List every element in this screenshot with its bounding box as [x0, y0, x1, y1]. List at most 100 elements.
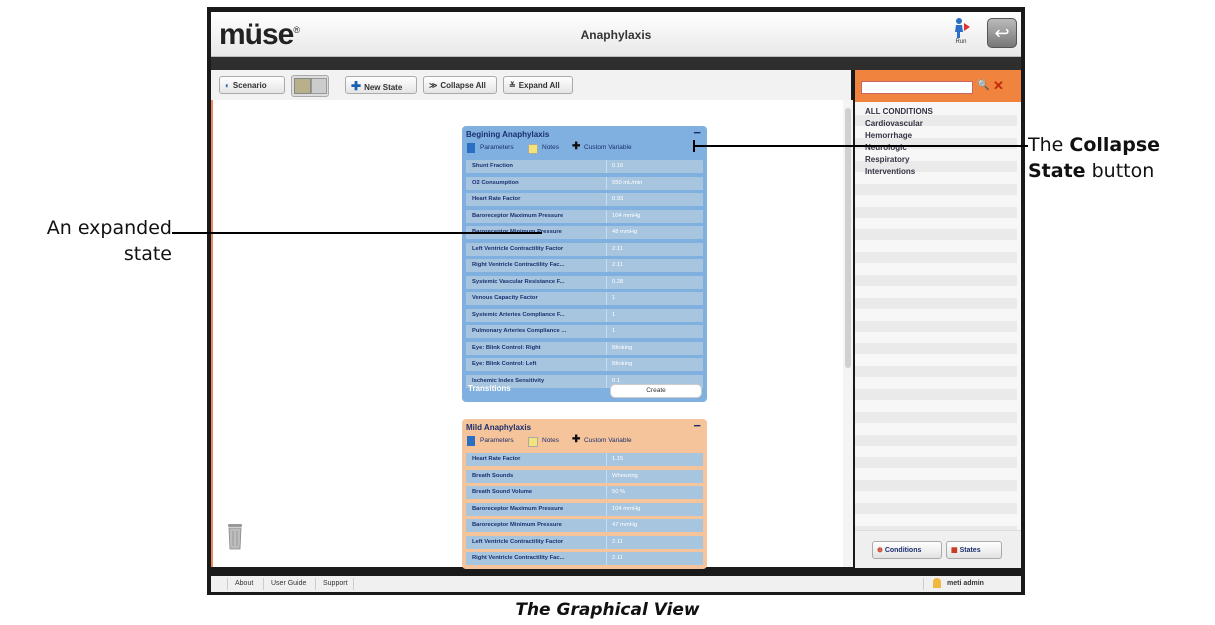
condition-item-all[interactable]: ALL CONDITIONS: [865, 107, 933, 116]
support-link[interactable]: Support: [323, 580, 348, 587]
state-tabs: Parameters Notes ✚ Custom Variable: [464, 141, 705, 155]
parameter-value: Blinking: [612, 361, 633, 367]
view-toggle: [291, 75, 329, 97]
canvas-scrollbar[interactable]: [843, 100, 853, 567]
new-state-button[interactable]: ✚ New State: [345, 76, 417, 94]
condition-item-cardiovascular[interactable]: Cardiovascular: [865, 119, 923, 128]
notes-tab[interactable]: Notes: [542, 144, 559, 151]
list-stripe: [855, 320, 1017, 332]
state-card-mild-anaphylaxis[interactable]: Mild Anaphylaxis − Parameters Notes ✚ Cu…: [462, 418, 707, 569]
parameter-name: Eye: Blink Control: Right: [472, 344, 541, 351]
back-button[interactable]: ↩: [987, 18, 1017, 48]
list-stripe: [855, 252, 1017, 264]
footer-separator: [227, 578, 228, 590]
parameter-row[interactable]: Eye: Blink Control: Right Blinking: [466, 341, 703, 355]
custom-variable-tab[interactable]: Custom Variable: [584, 144, 632, 151]
parameter-value: 1.15: [612, 456, 624, 462]
parameter-row[interactable]: Eye: Blink Control: Left Blinking: [466, 358, 703, 371]
parameter-row[interactable]: Baroreceptor Maximum Pressure 104 mmHg: [466, 209, 703, 223]
list-stripe: [855, 434, 1017, 446]
scenario-icon: ◐: [225, 81, 230, 90]
parameter-row[interactable]: Systemic Vascular Resistance F... 0.28: [466, 275, 703, 289]
user-icon: [933, 578, 941, 588]
parameter-row[interactable]: Right Ventricle Contractility Fac... 2.11: [466, 552, 703, 565]
notes-icon: [528, 437, 538, 447]
list-stripe: [855, 411, 1017, 423]
conditions-tab[interactable]: ⊕ Conditions: [872, 541, 942, 559]
condition-item-hemorrhage[interactable]: Hemorrhage: [865, 131, 912, 140]
parameter-divider: [606, 242, 607, 256]
parameter-value: Blinking: [612, 344, 633, 351]
parameter-row[interactable]: Venous Capacity Factor 1: [466, 292, 703, 305]
list-stripe: [855, 503, 1017, 514]
parameter-row[interactable]: Heart Rate Factor 0.93: [466, 193, 703, 206]
parameter-value: 2.11: [612, 538, 623, 545]
parameter-row[interactable]: Heart Rate Factor 1.15: [466, 453, 703, 466]
parameters-icon: [467, 143, 475, 153]
condition-item-interventions[interactable]: Interventions: [865, 167, 915, 176]
parameter-divider: [606, 358, 607, 371]
notes-tab[interactable]: Notes: [542, 437, 559, 444]
parameter-row[interactable]: O2 Consumption 550 mL/min: [466, 176, 703, 190]
graphical-view-icon[interactable]: [294, 78, 311, 94]
states-tab[interactable]: ▦ States: [946, 541, 1002, 559]
parameter-value: 1: [612, 295, 616, 301]
parameter-row[interactable]: Right Ventricle Contractility Fac... 2.11: [466, 259, 703, 272]
conditions-search-input[interactable]: [861, 81, 973, 94]
expand-icon: ≚: [509, 81, 516, 90]
create-transition-button[interactable]: Create: [610, 384, 702, 398]
custom-variable-tab[interactable]: Custom Variable: [584, 437, 632, 444]
collapse-state-button[interactable]: −: [693, 125, 701, 140]
list-stripe: [855, 480, 1017, 492]
states-icon: ▦: [951, 547, 958, 554]
parameter-row[interactable]: Systemic Arteries Compliance F... 1: [466, 308, 703, 322]
collapse-all-button[interactable]: ≫ Collapse All: [423, 76, 497, 94]
user-name[interactable]: meti admin: [947, 580, 984, 587]
parameter-divider: [606, 453, 607, 466]
state-tabs: Parameters Notes ✚ Custom Variable: [464, 434, 705, 448]
footer-separator: [923, 578, 924, 590]
toolbar: ◐ Scenario ✚ New State ≫ Collapse All ≚ Expa…: [211, 70, 851, 101]
parameter-row[interactable]: Shunt Fraction 0.15: [466, 160, 703, 173]
annotation-collapse-state: The Collapse State button: [1028, 134, 1161, 182]
scenario-button[interactable]: ◐ Scenario: [219, 76, 285, 94]
parameter-value: 50 %: [612, 489, 626, 495]
annotation-tick-collapse: [693, 140, 695, 152]
parameter-divider: [606, 502, 607, 516]
parameter-row[interactable]: Baroreceptor Maximum Pressure 104 mmHg: [466, 502, 703, 516]
search-icon[interactable]: 🔍: [977, 80, 989, 91]
conditions-search-bar: 🔍 ✕: [855, 70, 1021, 102]
state-card-begining-anaphylaxis[interactable]: Begining Anaphylaxis − Parameters Notes …: [462, 125, 707, 402]
state-title: Begining Anaphylaxis: [466, 130, 550, 139]
parameter-row[interactable]: Baroreceptor Minimum Pressure 47 mmHg: [466, 519, 703, 532]
collapse-state-button[interactable]: −: [693, 418, 701, 433]
parameter-value: 47 mmHg: [612, 522, 638, 528]
expand-all-button[interactable]: ≚ Expand All: [503, 76, 573, 94]
clear-icon[interactable]: ✕: [993, 78, 1004, 94]
trash-icon[interactable]: [227, 522, 243, 550]
parameter-row[interactable]: Breath Sounds Wheezing: [466, 469, 703, 483]
parameter-divider: [606, 193, 607, 206]
parameter-row[interactable]: Breath Sound Volume 50 %: [466, 486, 703, 499]
parameter-row[interactable]: Left Ventricle Contractility Factor 2.11: [466, 242, 703, 256]
list-stripe: [855, 457, 1017, 469]
scrollbar-thumb[interactable]: [845, 108, 851, 368]
list-stripe: [855, 343, 1017, 355]
parameter-name: Breath Sound Volume: [472, 489, 533, 495]
about-link[interactable]: About: [235, 580, 253, 587]
parameter-value: 0.93: [612, 196, 624, 202]
parameter-name: Venous Capacity Factor: [472, 295, 538, 301]
parameters-tab[interactable]: Parameters: [480, 437, 514, 444]
parameter-name: Right Ventricle Contractility Fac...: [472, 262, 565, 268]
parameter-value: 1: [612, 311, 616, 318]
parameter-row[interactable]: Left Ventricle Contractility Factor 2.11: [466, 535, 703, 549]
parameter-row[interactable]: Pulmonary Arteries Compliance ... 1: [466, 325, 703, 338]
parameter-divider: [606, 226, 607, 239]
scenario-title: Anaphylaxis: [580, 28, 652, 42]
list-view-icon[interactable]: [311, 78, 327, 94]
condition-item-respiratory[interactable]: Respiratory: [865, 155, 909, 164]
user-guide-link[interactable]: User Guide: [271, 580, 306, 587]
annotation-line-collapse: [693, 145, 1028, 147]
add-variable-icon: ✚: [572, 434, 581, 445]
parameters-tab[interactable]: Parameters: [480, 144, 514, 151]
